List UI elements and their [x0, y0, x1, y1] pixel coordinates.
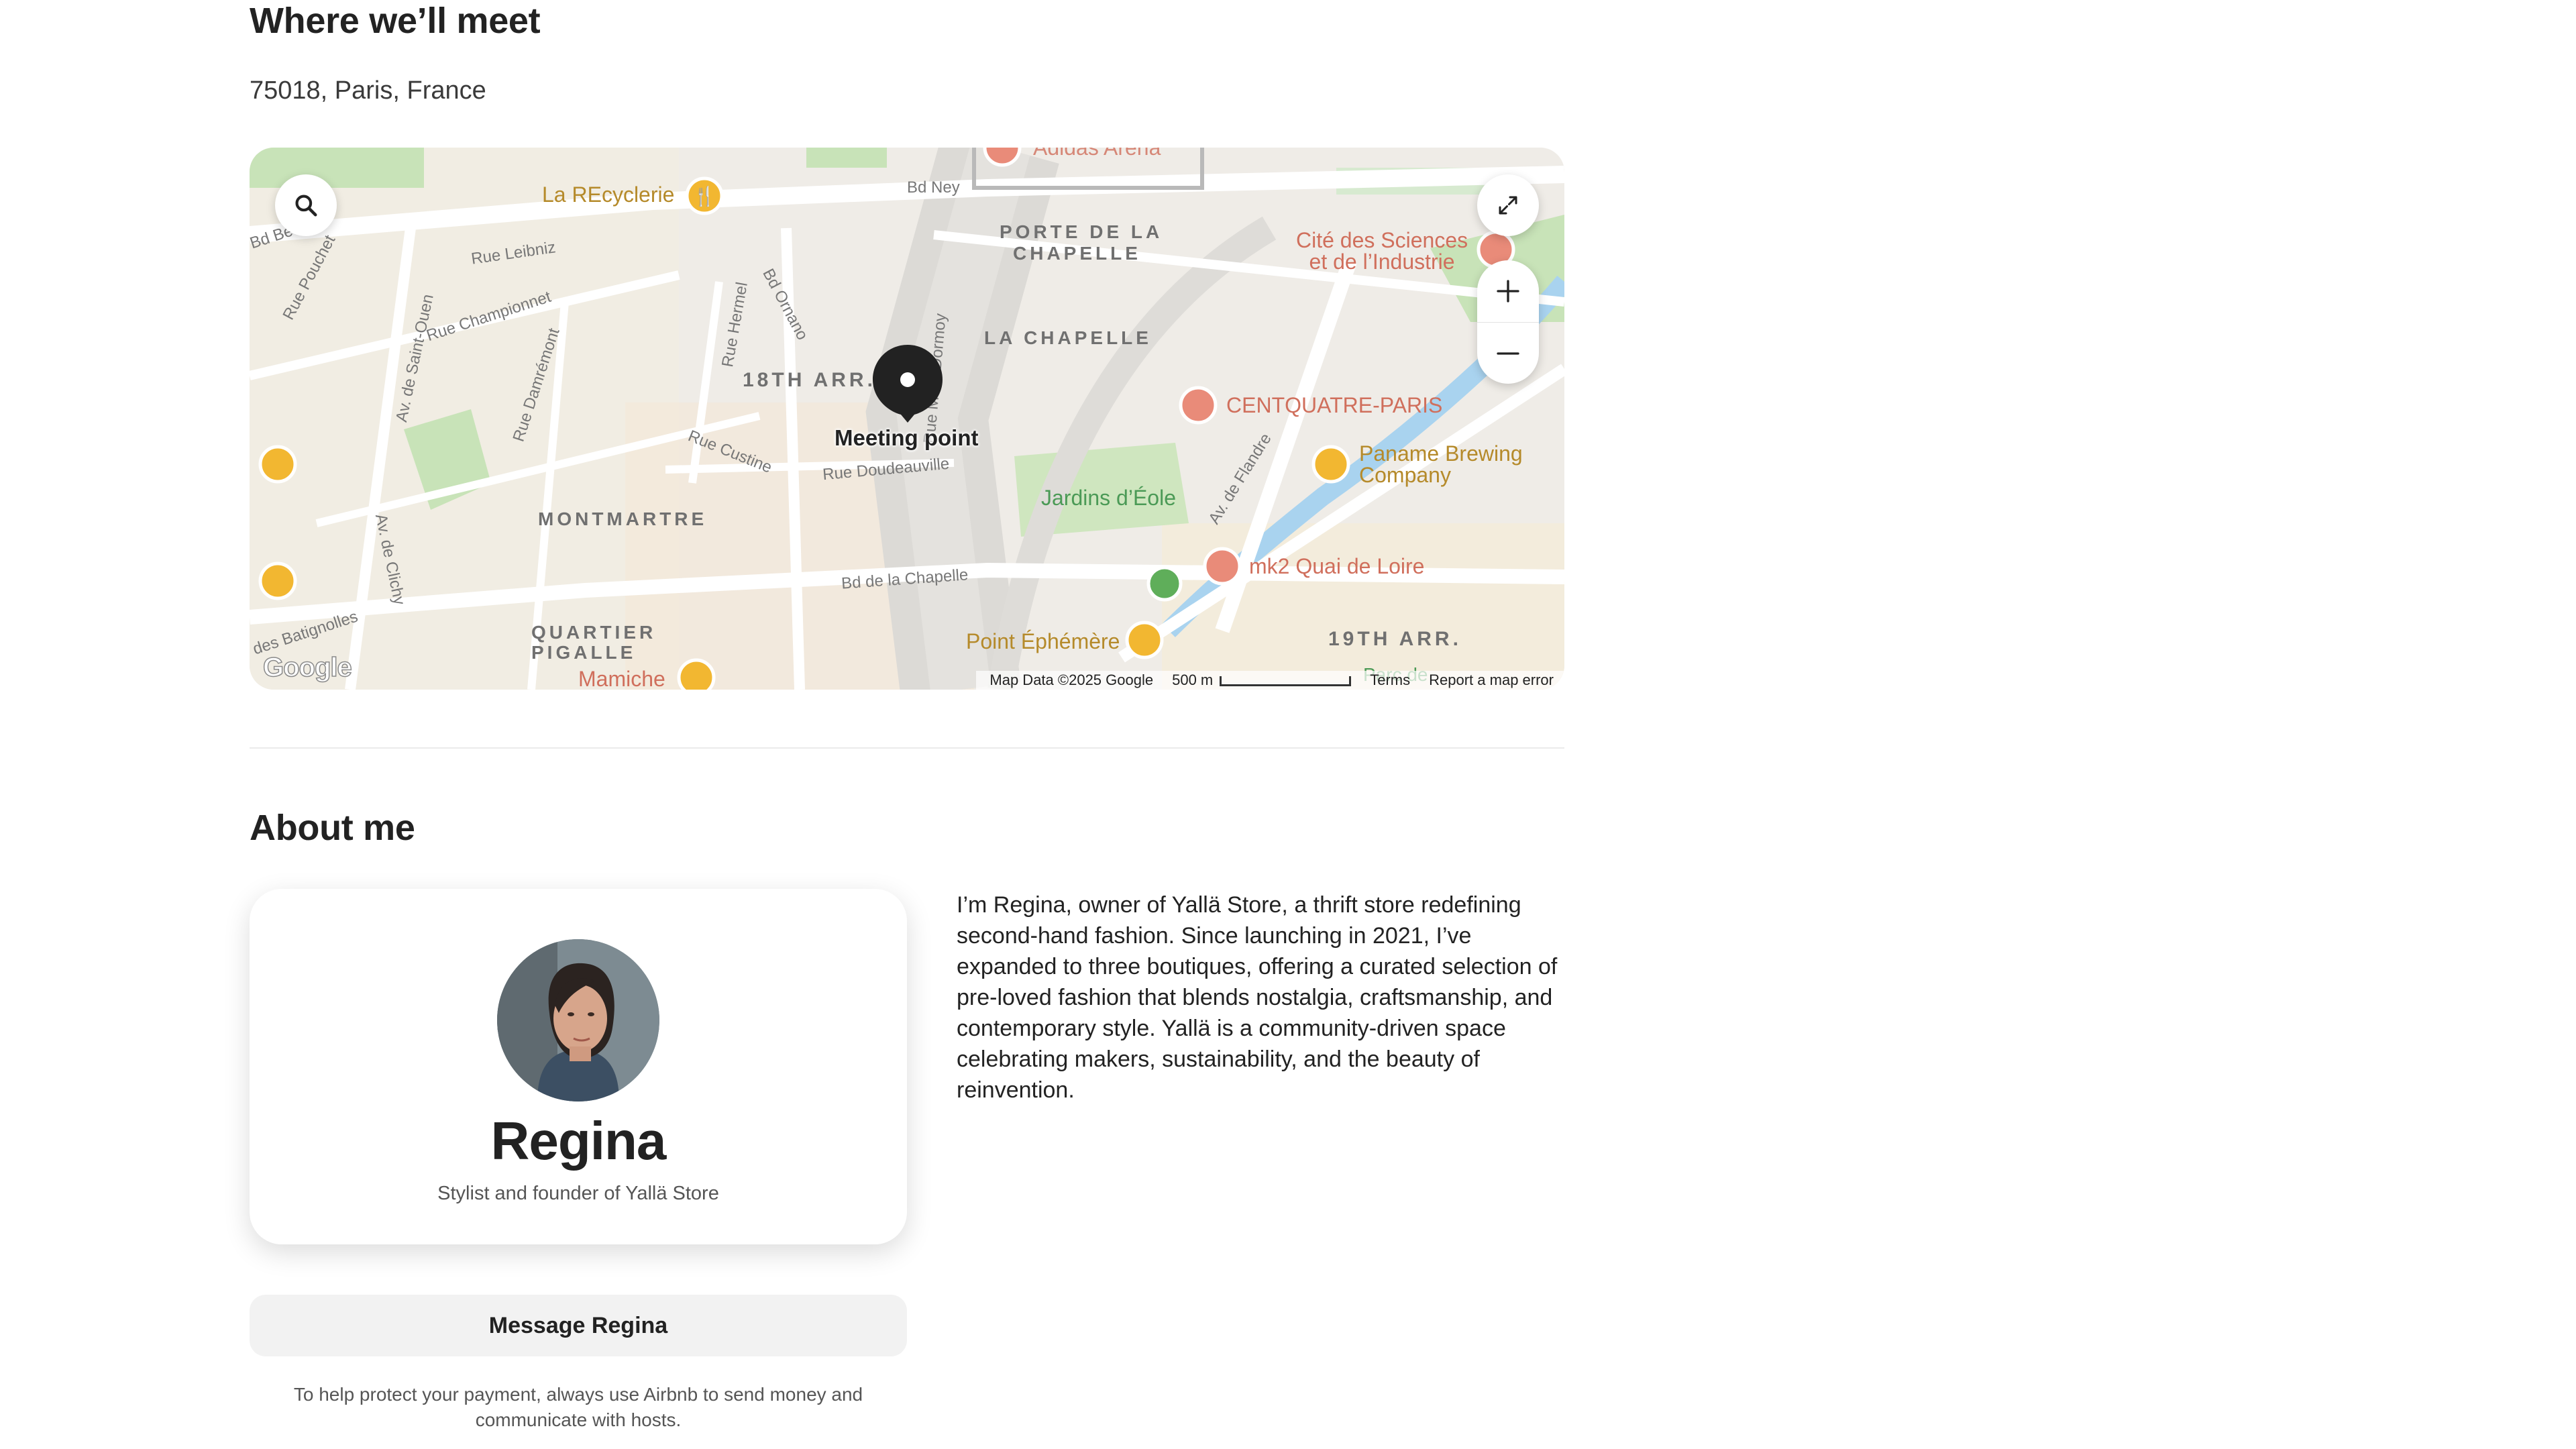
zoom-out-button[interactable]: [1477, 322, 1539, 384]
map-label-porte-line1: PORTE DE LA: [1000, 221, 1163, 242]
host-card[interactable]: Regina Stylist and founder of Yallä Stor…: [250, 889, 907, 1244]
map-street-bd-ney: Bd Ney: [907, 178, 960, 197]
map-label-porte-de-la-chapelle: PORTE DE LA CHAPELLE: [1000, 221, 1163, 264]
map-label-porte-line2: CHAPELLE: [1013, 243, 1141, 264]
map-label-pigalle-line1: QUARTIER: [531, 622, 657, 643]
section-title-about-me: About me: [250, 808, 415, 848]
host-photo: [497, 939, 659, 1102]
host-name: Regina: [490, 1111, 667, 1171]
expand-icon: [1499, 196, 1517, 215]
map-pin-icon[interactable]: [870, 342, 945, 424]
map-poi-paname-brewing[interactable]: Paname Brewing Company: [1359, 443, 1523, 486]
map-scale-bar: [1220, 676, 1352, 686]
map-poi-paname-line1: Paname Brewing: [1359, 441, 1523, 466]
meeting-address: 75018, Paris, France: [250, 76, 486, 105]
map-footer: Map Data ©2025 Google 500 m Terms Report…: [976, 671, 1564, 690]
google-logo: Google: [262, 652, 352, 683]
map-label-pigalle-line2: PIGALLE: [531, 642, 637, 663]
host-subtitle: Stylist and founder of Yallä Store: [437, 1183, 719, 1204]
map-label-18th-arr: 18TH ARR.: [743, 369, 876, 391]
map-data-attribution: Map Data ©2025 Google: [989, 672, 1154, 688]
map-label-19th-arr: 19TH ARR.: [1328, 628, 1462, 650]
map-search-button[interactable]: [275, 174, 337, 236]
map-poi-adidas-arena[interactable]: Adidas Arena: [1033, 148, 1161, 160]
poi-marker-la-recyclerie: 🍴: [685, 176, 724, 215]
payment-protection-note: To help protect your payment, always use…: [293, 1384, 863, 1430]
map-report-error-link[interactable]: Report a map error: [1429, 672, 1554, 689]
message-host-button[interactable]: Message Regina: [250, 1295, 907, 1356]
map-poi-la-recyclerie[interactable]: La REcyclerie: [542, 182, 674, 207]
map-poi-mk2-quai-de-loire[interactable]: mk2 Quai de Loire: [1249, 554, 1424, 579]
host-bio: I’m Regina, owner of Yallä Store, a thri…: [957, 892, 1558, 1103]
map-fullscreen-button[interactable]: [1477, 174, 1539, 236]
map-poi-paname-line2: Company: [1359, 463, 1451, 487]
meeting-point-label: Meeting point: [835, 425, 979, 450]
map-poi-jardins-eole[interactable]: Jardins d’Éole: [1041, 486, 1176, 511]
map-poi-cite-line2: et de l’Industrie: [1309, 250, 1455, 274]
search-icon: [295, 195, 317, 217]
map-poi-cite-des-sciences[interactable]: Cité des Sciences et de l’Industrie: [1296, 229, 1468, 272]
section-divider: [250, 747, 1564, 749]
map-terms-link[interactable]: Terms: [1370, 672, 1410, 689]
zoom-in-button[interactable]: [1477, 260, 1539, 322]
map-label-la-chapelle: LA CHAPELLE: [984, 327, 1152, 348]
map-poi-point-ephemere[interactable]: Point Éphémère: [966, 629, 1120, 654]
map-label-quartier-pigalle: QUARTIER PIGALLE: [531, 623, 656, 663]
map-poi-centquatre[interactable]: CENTQUATRE-PARIS: [1226, 393, 1442, 418]
minus-icon: [1497, 352, 1519, 355]
map-zoom-controls: [1477, 260, 1539, 384]
svg-text:🍴: 🍴: [693, 185, 716, 207]
map[interactable]: 🍴 18TH ARR. PORTE DE LA CHAPELLE LA CHAP…: [250, 148, 1564, 690]
map-scale[interactable]: 500 m: [1172, 672, 1352, 689]
plus-icon: [1497, 280, 1519, 303]
section-title-where-we-meet: Where we’ll meet: [250, 1, 541, 41]
map-scale-label: 500 m: [1172, 672, 1214, 688]
map-label-montmartre: MONTMARTRE: [538, 508, 708, 529]
map-poi-cite-line1: Cité des Sciences: [1296, 228, 1468, 252]
avatar[interactable]: [497, 939, 659, 1102]
map-poi-mamiche[interactable]: Mamiche: [578, 667, 665, 690]
